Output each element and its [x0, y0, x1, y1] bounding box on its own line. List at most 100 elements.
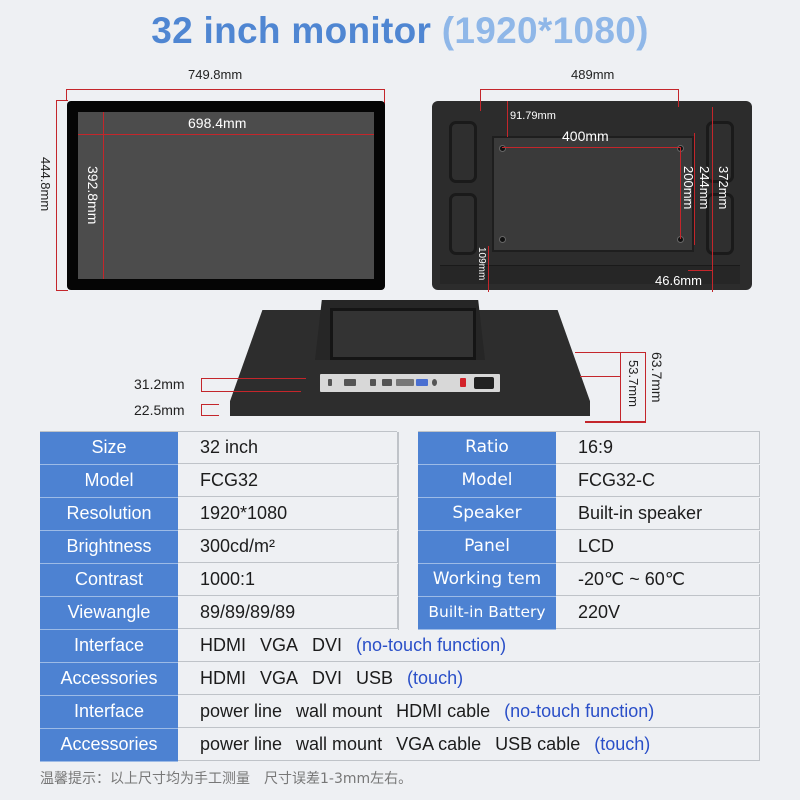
io-port-dvi — [396, 379, 414, 386]
offset-left-line — [507, 101, 508, 137]
back-right-offset-label: 46.6mm — [655, 273, 702, 288]
spec-label-size: Size — [40, 432, 178, 465]
screen-width-line — [78, 134, 374, 135]
monitor-perspective — [200, 298, 620, 420]
spec-label-contrast: Contrast — [40, 564, 178, 597]
spec-value-brightness: 300cd/m² — [178, 531, 398, 563]
spec-label-interface-3: Interface — [40, 696, 178, 729]
back-width-tick-right — [678, 89, 679, 107]
depth-total-inner-label: 53.7mm — [626, 360, 641, 407]
power-switch — [460, 378, 466, 387]
io-port-audio — [432, 379, 437, 386]
table-middle-divider — [398, 432, 399, 630]
page-title: 32 inch monitor (1920*1080) — [0, 10, 800, 52]
depth-total-outer-label: 63.7mm — [649, 352, 665, 403]
spec-item: HDMI cable — [396, 701, 491, 721]
io-port-hdmi — [382, 379, 392, 386]
screen-width-label: 698.4mm — [188, 115, 247, 131]
front-overall-width-label: 749.8mm — [188, 67, 243, 82]
io-port-serial — [344, 379, 356, 386]
spec-item: VGA — [260, 635, 299, 655]
spec-item: power line — [200, 734, 283, 754]
spec-label-right-working-tem: Working tem — [418, 564, 556, 597]
back-offset-left-label: 91.79mm — [510, 110, 556, 122]
spec-value-resolution: 1920*1080 — [178, 498, 398, 530]
vesa-width-label: 400mm — [562, 128, 609, 144]
spec-item: wall mount — [296, 734, 383, 754]
depth-io-bracket — [201, 378, 202, 392]
spec-value-contrast: 1000:1 — [178, 564, 398, 596]
spec-item: power line — [200, 701, 283, 721]
spec-label-model: Model — [40, 465, 178, 498]
vesa-width-line — [502, 147, 680, 148]
depth-outer-top — [575, 352, 646, 353]
spec-value-viewangle: 89/89/89/89 — [178, 597, 398, 629]
perspective-vesa-plate — [330, 308, 476, 360]
spec-label-right-built-in-battery: Built-in Battery — [418, 597, 556, 630]
spec-value-interface-3: power line wall mount HDMI cable (no-touch … — [178, 696, 760, 728]
spec-item: HDMI — [200, 635, 246, 655]
right-offset-line — [688, 270, 712, 271]
front-height-line — [56, 100, 57, 291]
depth-frame-label: 22.5mm — [134, 402, 185, 418]
spec-label-right-panel: Panel — [418, 531, 556, 564]
front-height-tick-top — [56, 100, 68, 101]
spec-label-right-speaker: Speaker — [418, 498, 556, 531]
spec-label-right-ratio: Ratio — [418, 432, 556, 465]
monitor-front-screen — [78, 112, 374, 279]
spec-item: DVI — [312, 668, 343, 688]
spec-value-accessories-4: power line wall mount VGA cable USB cable (t… — [178, 729, 760, 761]
spec-label-accessories-4: Accessories — [40, 729, 178, 762]
spec-note: (no-touch function) — [356, 635, 507, 655]
io-port-usb — [370, 379, 376, 386]
spec-value-right-built-in-battery: 220V — [556, 597, 760, 629]
front-overall-height-label: 444.8mm — [38, 157, 53, 212]
screen-height-label: 392.8mm — [85, 166, 101, 225]
spec-label-accessories-2: Accessories — [40, 663, 178, 696]
back-width-tick-left — [480, 89, 481, 111]
spec-item: DVI — [312, 635, 343, 655]
spec-item: USB cable — [495, 734, 581, 754]
front-height-tick-bottom — [56, 290, 68, 291]
spec-note: (no-touch function) — [504, 701, 655, 721]
spec-item: HDMI — [200, 668, 246, 688]
spec-value-right-speaker: Built-in speaker — [556, 498, 760, 530]
bottom-offset-line — [488, 246, 489, 292]
io-panel — [320, 374, 500, 392]
vesa-height-label: 200mm — [681, 166, 696, 210]
back-handle-top-left — [449, 121, 477, 183]
spec-label-resolution: Resolution — [40, 498, 178, 531]
spec-note: (touch) — [594, 734, 651, 754]
spec-label-right-model: Model — [418, 465, 556, 498]
spec-value-interface-1: HDMI VGA DVI (no-touch function) — [178, 630, 760, 662]
depth-base-line — [585, 421, 646, 423]
back-bottom-offset-label: 109mm — [476, 247, 487, 281]
spec-item: USB — [356, 668, 394, 688]
io-port-vga — [416, 379, 428, 386]
spec-item: wall mount — [296, 701, 383, 721]
depth-frame-line-bottom — [201, 415, 219, 416]
spec-item: VGA — [260, 668, 299, 688]
back-handle-bottom-left — [449, 193, 477, 255]
spec-value-size: 32 inch — [178, 432, 398, 464]
front-width-line — [66, 89, 385, 90]
back-overall-height-label: 372mm — [716, 166, 731, 210]
back-overall-width-label: 489mm — [571, 67, 615, 82]
depth-io-line-bottom — [201, 391, 301, 392]
depth-io-line-top — [201, 378, 306, 379]
back-width-line — [480, 89, 679, 90]
title-main: 32 inch monitor — [151, 10, 432, 51]
spec-label-brightness: Brightness — [40, 531, 178, 564]
spec-value-right-panel: LCD — [556, 531, 760, 563]
spec-label-interface-1: Interface — [40, 630, 178, 663]
screen-height-line — [103, 112, 104, 279]
spec-value-model: FCG32 — [178, 465, 398, 497]
depth-io-label: 31.2mm — [134, 376, 185, 392]
footnote: 温馨提示：以上尺寸均为手工测量 尺寸误差1-3mm左右。 — [40, 771, 413, 787]
vesa-screw — [499, 236, 506, 243]
title-resolution: (1920*1080) — [441, 10, 649, 51]
io-port — [328, 379, 332, 386]
power-socket — [474, 377, 494, 389]
depth-inner-top — [580, 376, 621, 377]
spec-value-right-working-tem: -20℃ ~ 60℃ — [556, 564, 760, 596]
